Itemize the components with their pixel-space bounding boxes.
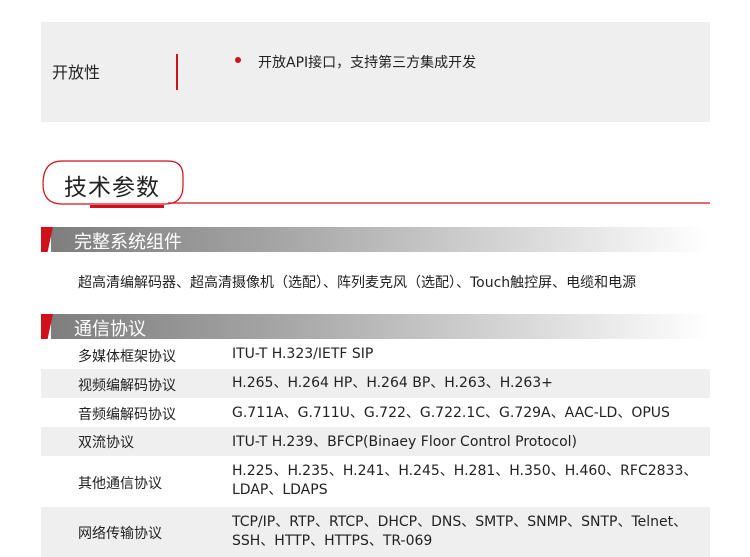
openness-bullet-text: 开放API接口，支持第三方集成开发 [258, 55, 477, 71]
protocol-row: 其他通信协议 H.225、H.235、H.241、H.245、H.281、H.3… [41, 456, 710, 507]
protocol-name: 音频编解码协议 [78, 407, 176, 423]
protocol-name: 网络传输协议 [78, 526, 162, 542]
protocol-name: 视频编解码协议 [78, 378, 176, 394]
protocol-row: 视频编解码协议 H.265、H.264 HP、H.264 BP、H.263、H.… [41, 369, 710, 398]
bullet-dot-icon [235, 57, 241, 63]
section-header-protocols: 通信协议 [41, 314, 710, 340]
openness-label: 开放性 [52, 63, 101, 82]
protocol-value: H.265、H.264 HP、H.264 BP、H.263、H.263+ [232, 375, 553, 391]
protocol-row: 双流协议 ITU-T H.239、BFCP(Binaey Floor Contr… [41, 427, 710, 456]
protocol-value: H.225、H.235、H.241、H.245、H.281、H.350、H.46… [232, 463, 698, 498]
system-components-text: 超高清编解码器、超高清摄像机（选配）、阵列麦克风（选配）、Touch触控屏、电缆… [78, 275, 637, 291]
protocol-value: ITU-T H.239、BFCP(Binaey Floor Control Pr… [232, 434, 577, 450]
openness-panel: 开放性 开放API接口，支持第三方集成开发 [41, 22, 710, 122]
section-header-system-components: 完整系统组件 [41, 227, 710, 253]
section-header-label: 通信协议 [74, 319, 146, 340]
tech-params-heading: 技术参数 [40, 158, 710, 210]
protocol-name: 其他通信协议 [78, 476, 162, 492]
protocol-row: 音频编解码协议 G.711A、G.711U、G.722、G.722.1C、G.7… [41, 398, 710, 427]
protocol-name: 双流协议 [78, 435, 134, 451]
protocol-value: TCP/IP、RTP、RTCP、DHCP、DNS、SMTP、SNMP、SNTP、… [232, 514, 688, 549]
tech-params-title: 技术参数 [64, 175, 160, 201]
protocol-value: ITU-T H.323/IETF SIP [232, 346, 374, 362]
protocol-name: 多媒体框架协议 [78, 349, 176, 365]
section-header-label: 完整系统组件 [74, 232, 182, 253]
protocol-row: 网络传输协议 TCP/IP、RTP、RTCP、DHCP、DNS、SMTP、SNM… [41, 507, 710, 557]
protocol-row: 多媒体框架协议 ITU-T H.323/IETF SIP [41, 340, 710, 369]
protocol-value: G.711A、G.711U、G.722、G.722.1C、G.729A、AAC-… [232, 405, 670, 421]
red-divider [176, 54, 178, 90]
